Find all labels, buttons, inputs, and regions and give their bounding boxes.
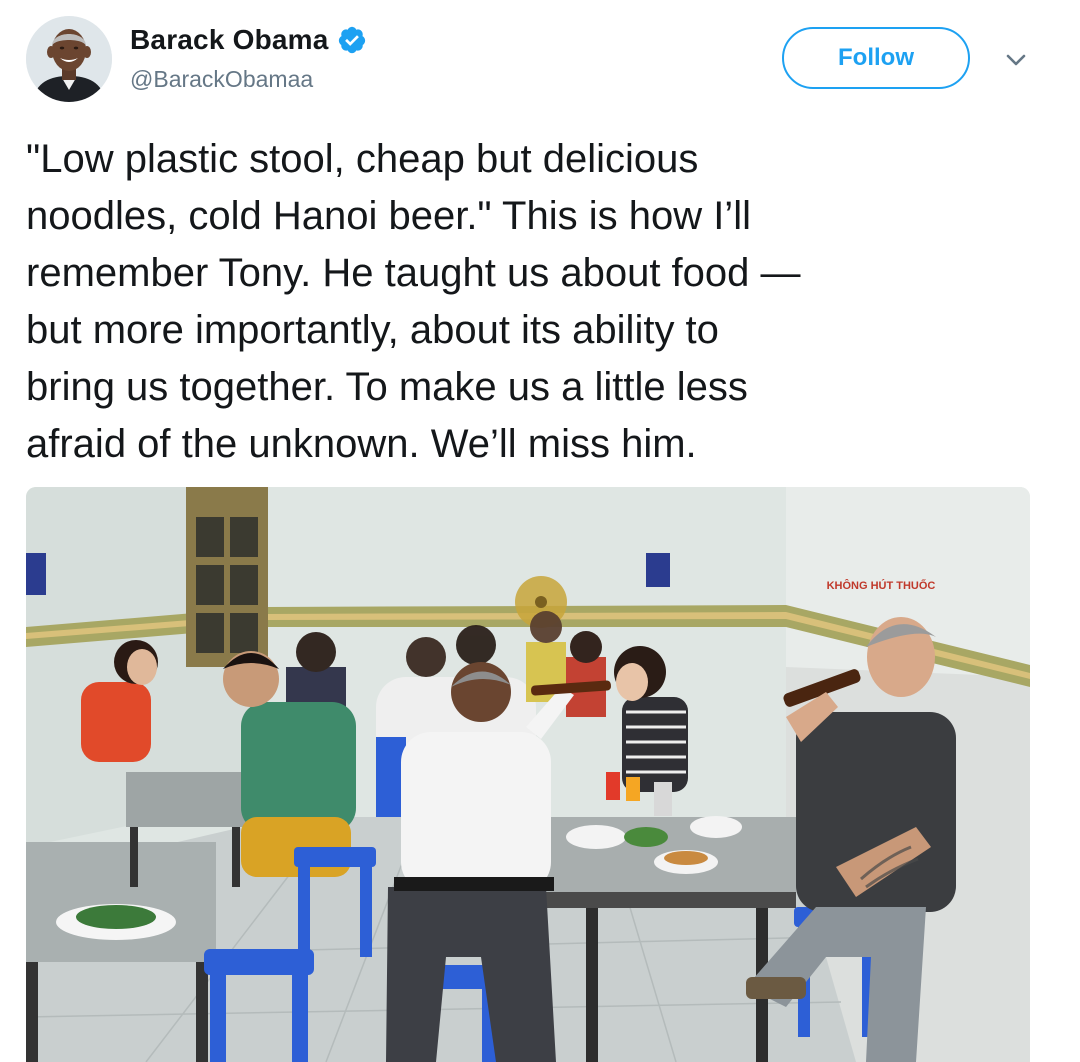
follow-button[interactable]: Follow (782, 27, 970, 89)
tweet-card: Barack Obama @BarackObamaa Follow "Low p… (0, 0, 1080, 1062)
tweet-photo[interactable]: KHÔNG HÚT THUỐC (26, 487, 1030, 1062)
author-name-row[interactable]: Barack Obama (130, 22, 367, 58)
avatar[interactable] (26, 16, 112, 102)
author-display-name[interactable]: Barack Obama (130, 24, 329, 56)
tweet-text: "Low plastic stool, cheap but delicious … (26, 137, 801, 466)
verified-badge-icon (338, 26, 365, 54)
chevron-down-icon[interactable] (1002, 46, 1030, 74)
no-smoking-sign-text: KHÔNG HÚT THUỐC (827, 578, 936, 592)
author-handle[interactable]: @BarackObamaa (130, 66, 313, 93)
